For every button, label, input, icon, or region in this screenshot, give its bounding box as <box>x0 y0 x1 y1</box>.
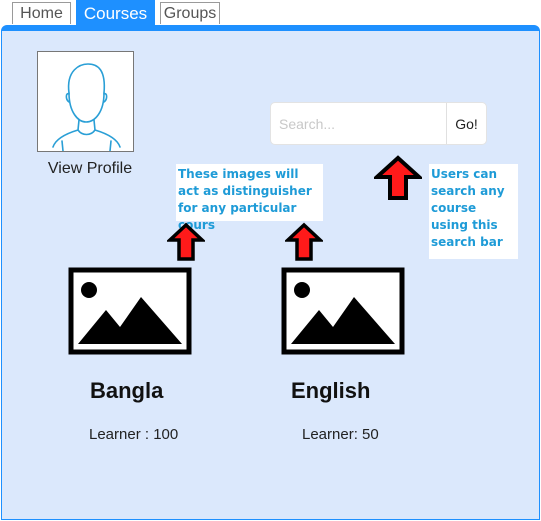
search-go-button[interactable]: Go! <box>446 103 486 144</box>
learner-count-bangla: Learner : 100 <box>89 426 179 443</box>
learner-count-english: Learner: 50 <box>302 426 379 443</box>
view-profile-link[interactable]: View Profile <box>36 160 144 178</box>
search-bar: Go! <box>270 102 487 145</box>
search-input[interactable] <box>271 103 447 144</box>
up-arrow-icon <box>285 222 323 261</box>
up-arrow-icon <box>167 222 205 261</box>
course-image-placeholder-icon[interactable] <box>68 267 192 355</box>
tab-bar: Home Courses Groups <box>0 0 541 26</box>
tab-groups[interactable]: Groups <box>160 2 220 24</box>
course-title-bangla[interactable]: Bangla <box>90 378 163 404</box>
tab-courses[interactable]: Courses <box>76 0 155 26</box>
up-arrow-icon <box>374 155 422 200</box>
tab-home[interactable]: Home <box>12 2 71 24</box>
course-image-placeholder-icon[interactable] <box>281 267 405 355</box>
user-avatar-icon <box>52 63 121 152</box>
profile-avatar[interactable] <box>37 51 134 152</box>
course-title-english[interactable]: English <box>291 378 370 404</box>
annotation-images-note: These images will act as distinguisher f… <box>176 164 323 232</box>
annotation-search-note: Users can search any course using this s… <box>429 164 518 259</box>
